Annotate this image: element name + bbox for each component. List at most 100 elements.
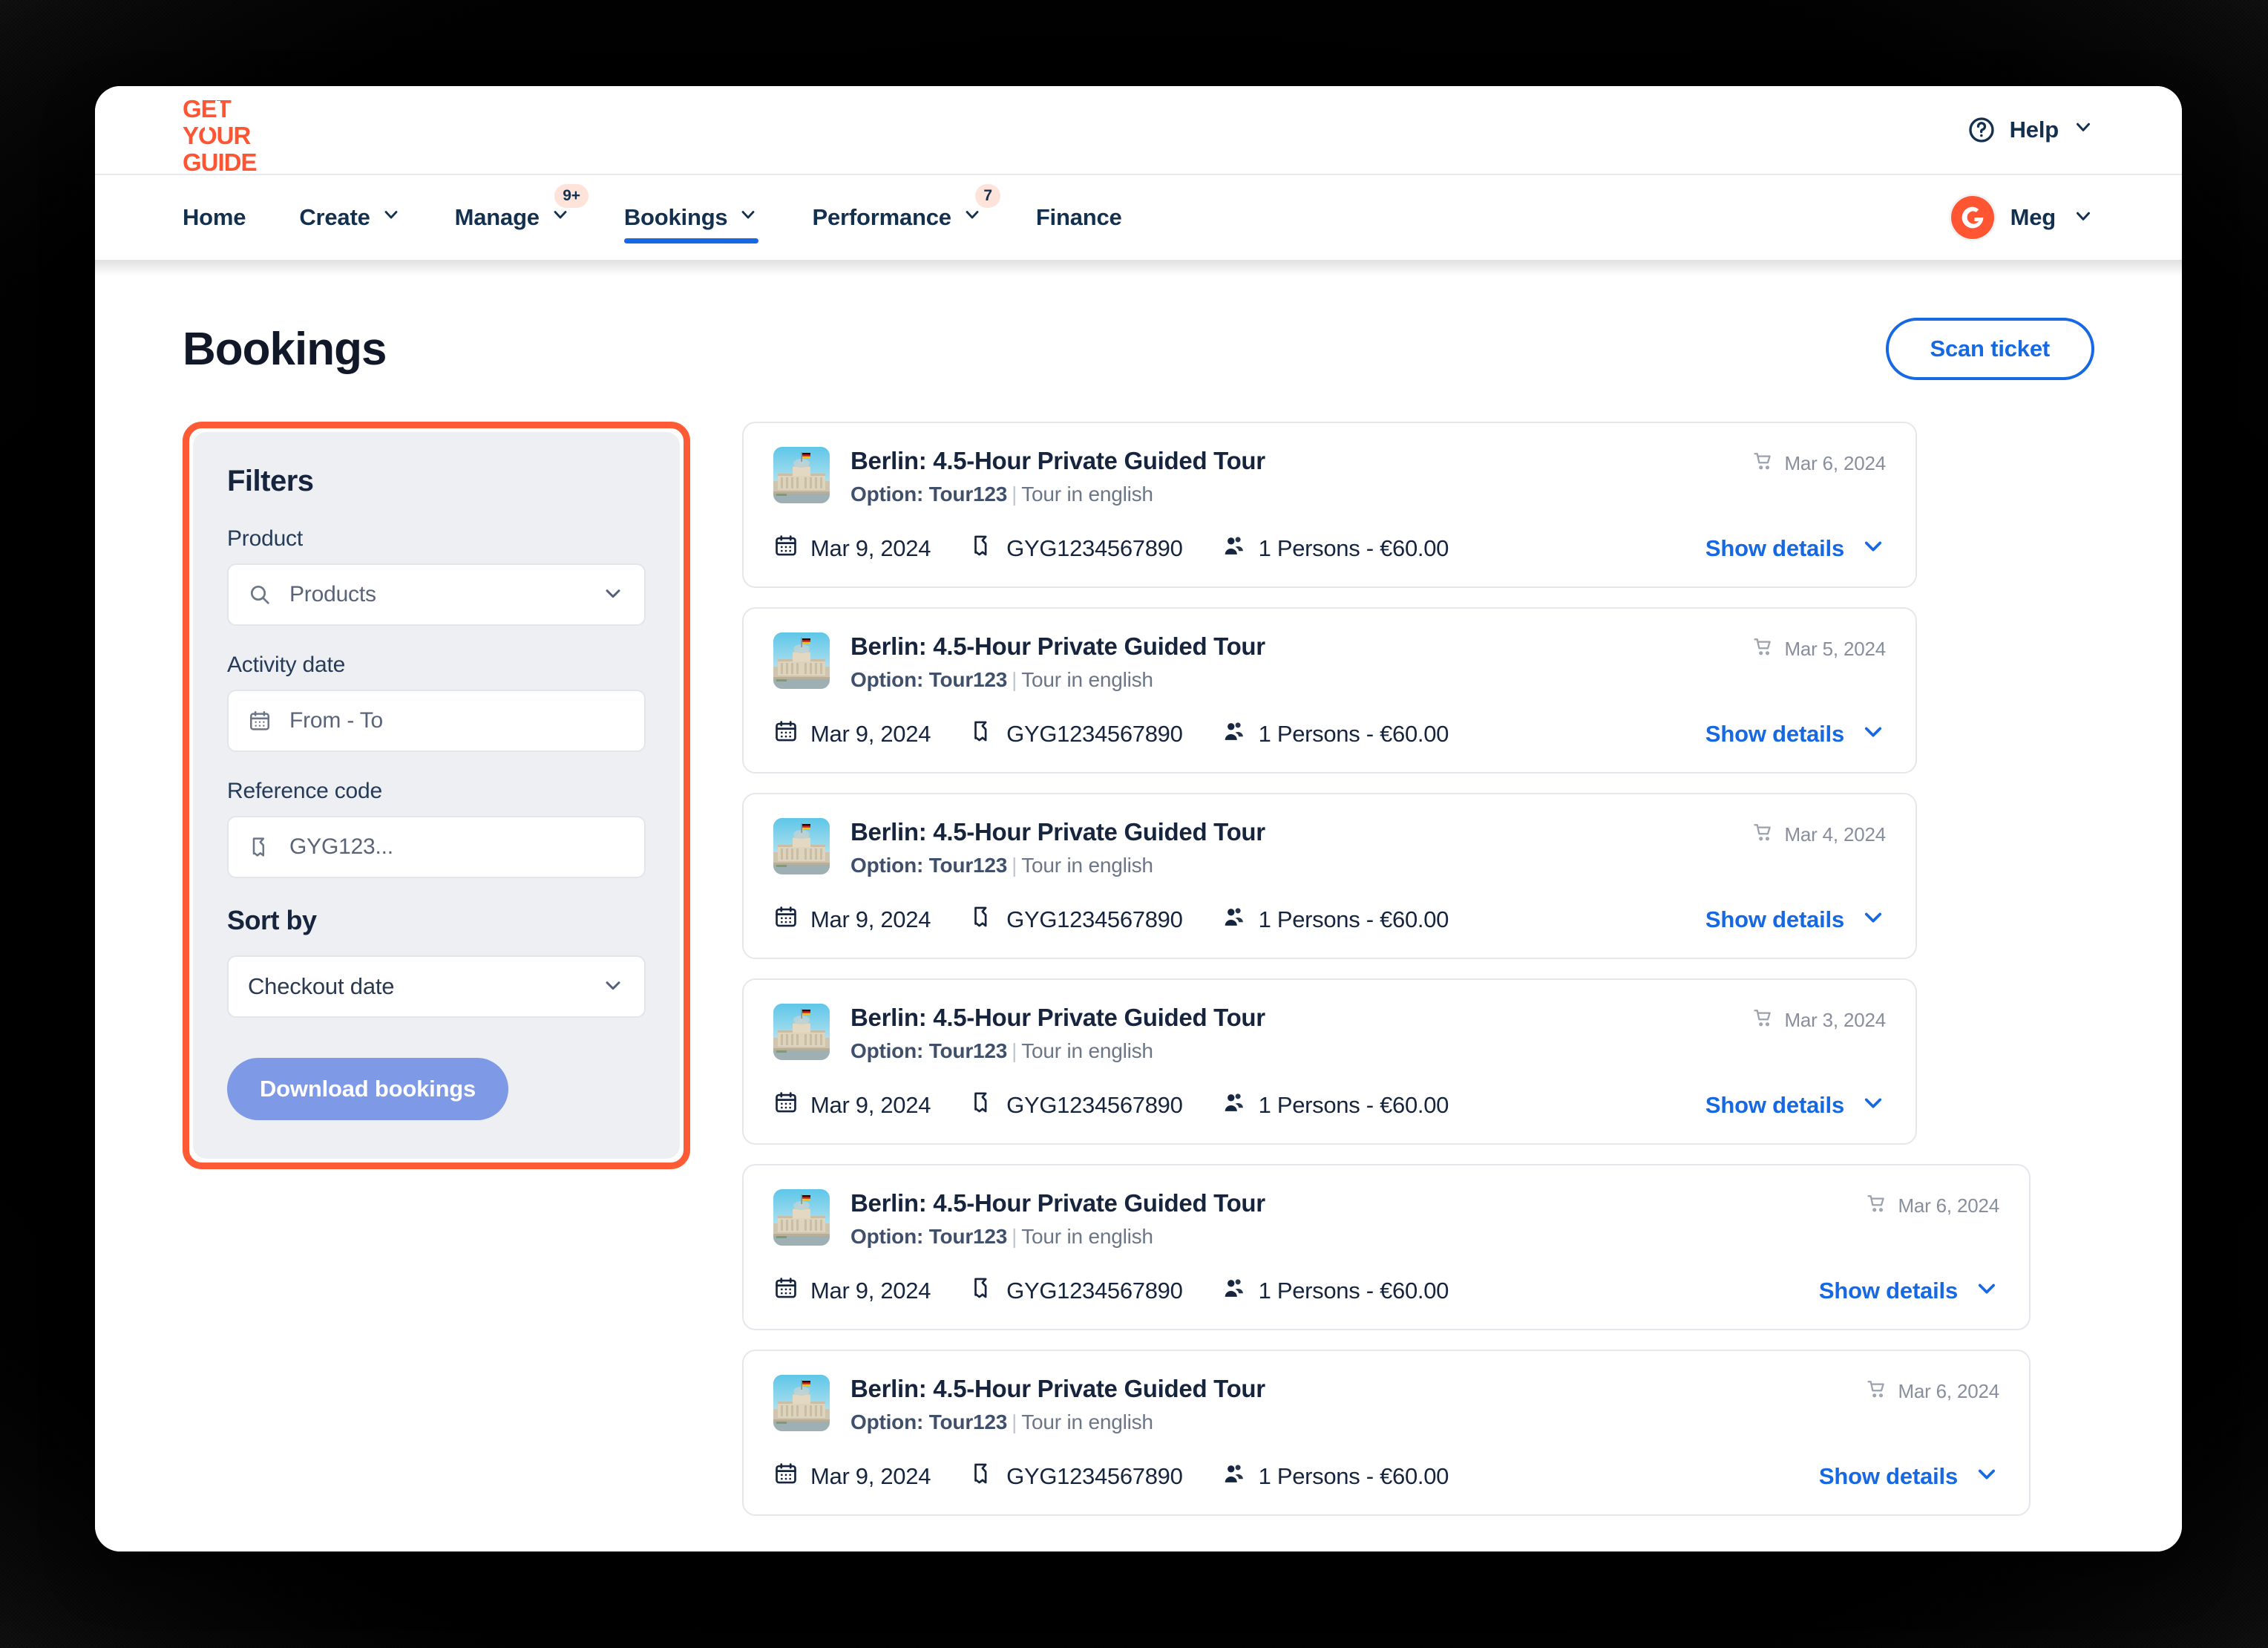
browser-viewport: GET YOUR GUIDE Help Home Create 9+ Manag… [95,86,2182,1551]
nav-label: Manage [454,204,540,230]
show-details-button[interactable]: Show details [1705,1090,1886,1121]
nav-item-performance[interactable]: 7 Performance [785,175,1009,260]
booking-meta: Mar 9, 2024 GYG1234567890 1 Persons - €6… [773,904,1449,935]
booking-activity-date: Mar 9, 2024 [773,719,931,750]
booking-activity-date: Mar 9, 2024 [773,904,931,935]
booking-card-1[interactable]: Berlin: 4.5-Hour Private Guided Tour Opt… [742,422,1917,588]
main-content: Bookings Scan ticket Filters Product Pro… [95,276,2182,1551]
nav-badge-performance: 7 [975,184,1000,209]
booking-option-name: Option: Tour123 [850,667,1008,691]
participants-text: 1 Persons - €60.00 [1258,1091,1449,1118]
active-tab-underline [623,238,759,243]
booking-meta: Mar 9, 2024 GYG1234567890 1 Persons - €6… [773,1275,1449,1307]
activity-date-text: Mar 9, 2024 [810,906,931,932]
booking-option: Option: Tour123 | Tour in english [850,1039,1153,1062]
calendar-icon [248,709,272,733]
booking-option-name: Option: Tour123 [850,1224,1008,1248]
booking-option-language: Tour in english [1021,1039,1153,1062]
booking-card-3[interactable]: Berlin: 4.5-Hour Private Guided Tour Opt… [742,792,1917,959]
chevron-down-icon [2072,205,2094,231]
chevron-down-icon [2072,116,2094,144]
page-title: Bookings [183,323,387,375]
shopping-cart-icon [1752,821,1774,848]
booking-reference: GYG1234567890 [969,1461,1183,1492]
calendar-icon [773,1461,799,1492]
booking-title: Berlin: 4.5-Hour Private Guided Tour [850,632,1265,660]
booking-product: Berlin: 4.5-Hour Private Guided Tour Opt… [773,1188,1265,1249]
nav-item-manage[interactable]: 9+ Manage [428,175,597,260]
booking-product: Berlin: 4.5-Hour Private Guided Tour Opt… [773,817,1265,877]
show-details-button[interactable]: Show details [1705,533,1886,564]
username-label: Meg [2010,204,2056,230]
reference-code-filter-input[interactable]: GYG123... [227,816,646,878]
activity-date-text: Mar 9, 2024 [810,720,931,747]
booking-product: Berlin: 4.5-Hour Private Guided Tour Opt… [773,1374,1265,1434]
booking-checkout-date: Mar 6, 2024 [1866,1375,1999,1405]
show-details-button[interactable]: Show details [1819,1461,1999,1492]
booking-option-name: Option: Tour123 [850,482,1008,506]
product-thumbnail [773,1374,830,1431]
booking-product-text: Berlin: 4.5-Hour Private Guided Tour Opt… [850,1375,1265,1434]
nav-item-create[interactable]: Create [272,175,427,260]
nav-item-bookings[interactable]: Bookings [597,175,786,260]
product-filter-input[interactable]: Products [227,563,646,626]
booking-card-4[interactable]: Berlin: 4.5-Hour Private Guided Tour Opt… [742,978,1917,1145]
checkout-date-text: Mar 4, 2024 [1784,823,1886,846]
booking-activity-date: Mar 9, 2024 [773,533,931,564]
booking-card-footer: Mar 9, 2024 GYG1234567890 1 Persons - €6… [773,1275,1999,1307]
booking-option-language: Tour in english [1021,1224,1153,1248]
download-bookings-button[interactable]: Download bookings [227,1058,509,1120]
nav-label: Create [299,204,370,230]
ticket-icon [969,719,994,750]
chevron-down-icon [1974,1461,1999,1492]
activity-date-filter-input[interactable]: From - To [227,690,646,752]
booking-card-footer: Mar 9, 2024 GYG1234567890 1 Persons - €6… [773,533,1886,564]
sort-by-select[interactable]: Checkout date [227,955,646,1018]
booking-option: Option: Tour123 | Tour in english [850,482,1153,506]
booking-product-text: Berlin: 4.5-Hour Private Guided Tour Opt… [850,1004,1265,1063]
svg-text:GET: GET [183,97,232,122]
checkout-date-text: Mar 3, 2024 [1784,1008,1886,1031]
participants-text: 1 Persons - €60.00 [1258,720,1449,747]
question-circle-icon [1967,115,1996,145]
booking-participants: 1 Persons - €60.00 [1222,904,1449,935]
booking-card-header: Berlin: 4.5-Hour Private Guided Tour Opt… [773,447,1886,506]
booking-product-text: Berlin: 4.5-Hour Private Guided Tour Opt… [850,1189,1265,1249]
booking-product: Berlin: 4.5-Hour Private Guided Tour Opt… [773,632,1265,692]
getyourguide-logo[interactable]: GET YOUR GUIDE [183,97,295,177]
booking-card-footer: Mar 9, 2024 GYG1234567890 1 Persons - €6… [773,719,1886,750]
people-icon [1222,904,1247,935]
show-details-label: Show details [1818,1277,1958,1304]
checkout-date-text: Mar 6, 2024 [1784,452,1886,474]
booking-card-6[interactable]: Berlin: 4.5-Hour Private Guided Tour Opt… [742,1349,2031,1516]
booking-option: Option: Tour123 | Tour in english [850,1410,1153,1433]
activity-date-text: Mar 9, 2024 [810,1277,931,1304]
booking-card-5[interactable]: Berlin: 4.5-Hour Private Guided Tour Opt… [742,1163,2031,1330]
booking-participants: 1 Persons - €60.00 [1222,719,1449,750]
booking-title: Berlin: 4.5-Hour Private Guided Tour [850,1003,1265,1031]
product-thumbnail [773,447,830,503]
booking-card-header: Berlin: 4.5-Hour Private Guided Tour Opt… [773,817,1886,877]
booking-card-header: Berlin: 4.5-Hour Private Guided Tour Opt… [773,1374,1999,1434]
booking-card-header: Berlin: 4.5-Hour Private Guided Tour Opt… [773,1003,1886,1063]
scan-ticket-button[interactable]: Scan ticket [1885,318,2094,380]
activity-date-text: Mar 9, 2024 [810,1091,931,1118]
booking-title: Berlin: 4.5-Hour Private Guided Tour [850,447,1265,474]
top-header: GET YOUR GUIDE Help [95,86,2182,177]
chevron-down-icon [1861,904,1886,935]
booking-title: Berlin: 4.5-Hour Private Guided Tour [850,1374,1265,1402]
nav-item-finance[interactable]: Finance [1009,175,1149,260]
booking-option-language: Tour in english [1021,482,1153,506]
booking-participants: 1 Persons - €60.00 [1222,1461,1449,1492]
help-menu[interactable]: Help [1967,115,2094,145]
chevron-down-icon [1974,1275,1999,1307]
show-details-button[interactable]: Show details [1705,719,1886,750]
show-details-button[interactable]: Show details [1705,904,1886,935]
user-menu[interactable]: Meg [1950,196,2094,239]
show-details-button[interactable]: Show details [1819,1275,1999,1307]
nav-item-home[interactable]: Home [183,175,272,260]
booking-option-language: Tour in english [1021,1410,1153,1433]
nav-label: Home [183,204,246,230]
booking-participants: 1 Persons - €60.00 [1222,1090,1449,1121]
booking-card-2[interactable]: Berlin: 4.5-Hour Private Guided Tour Opt… [742,606,1917,774]
